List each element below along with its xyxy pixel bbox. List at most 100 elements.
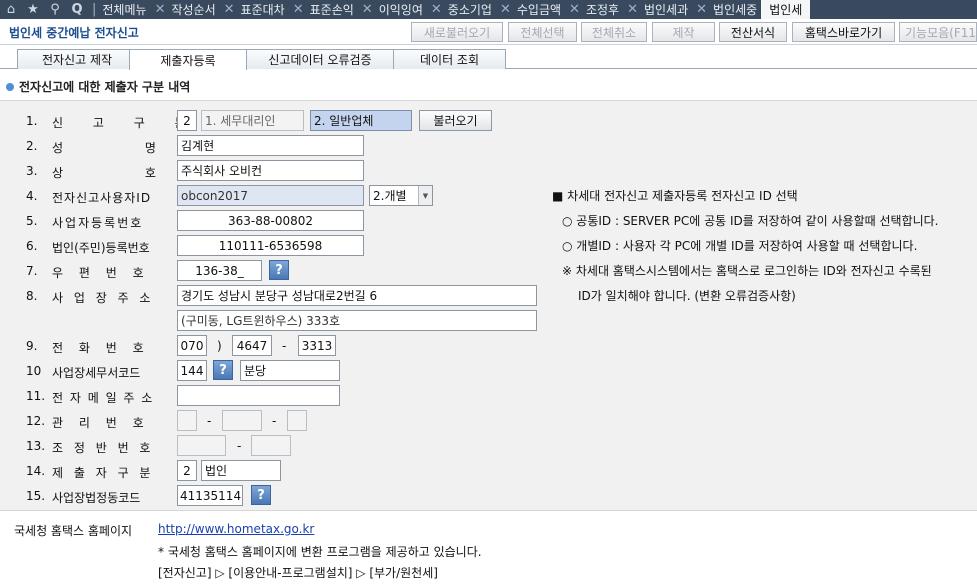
phone-area-input[interactable]: 070 [177, 335, 207, 356]
hometax-shortcut-button[interactable]: 홈택스바로가기 [792, 22, 895, 42]
select-all-button[interactable]: 전체선택 [508, 22, 577, 42]
computer-form-button[interactable]: 전산서식 [719, 22, 787, 42]
hometax-path: [전자신고] ▷ [이용안내-프로그램설치] ▷ [부가/원천세] [158, 566, 438, 580]
home-icon[interactable]: ⌂ [0, 0, 22, 19]
tab-income[interactable]: ✕ 표준손익 [289, 0, 358, 19]
zip-input[interactable]: 136-38_ [177, 260, 262, 281]
adj-no-input-2[interactable] [251, 435, 291, 456]
label-phone: 전 화 번 호 [52, 341, 144, 355]
load-button[interactable]: 불러오기 [419, 110, 492, 131]
tab-submitter-register[interactable]: 제출자등록 [129, 49, 247, 70]
address-detail-input[interactable]: (구미동, LG트윈하우스) 333호 [177, 310, 537, 331]
row-number: 14. [26, 464, 46, 478]
produce-button[interactable]: 제작 [652, 22, 715, 42]
deselect-all-button[interactable]: 전체취소 [581, 22, 647, 42]
phone-paren: ) [217, 339, 222, 353]
sub-tab-bar: 전자신고 제작 제출자등록 신고데이터 오류검증 데이터 조회 [0, 45, 977, 70]
dong-code-input[interactable]: 4113511400 [177, 485, 243, 506]
close-icon[interactable]: ✕ [569, 2, 580, 17]
close-icon[interactable]: ✕ [696, 2, 707, 17]
company-input[interactable]: 주식회사 오비컨 [177, 160, 364, 181]
corp-no-input[interactable]: 110111-6536598 [177, 235, 364, 256]
close-icon[interactable]: ✕ [155, 2, 166, 17]
star-icon[interactable]: ★ [22, 0, 44, 19]
adj-no-input-1[interactable] [177, 435, 226, 456]
row-number: 15. [26, 489, 46, 503]
label-dong-code: 사업장법정동코드 [52, 491, 141, 505]
label-address: 사 업 장 주 소 [52, 291, 151, 305]
tab-data-inquiry[interactable]: 데이터 조회 [393, 49, 506, 69]
report-type-option-agent[interactable]: 1. 세무대리인 [201, 110, 304, 131]
biz-no-input[interactable]: 363-88-00802 [177, 210, 364, 231]
row-number: 2. [26, 139, 38, 153]
hometax-link[interactable]: http://www.hometax.go.kr [158, 522, 314, 536]
close-icon[interactable]: | [92, 2, 96, 17]
row-number: 7. [26, 264, 38, 278]
zip-help-icon[interactable]: ? [269, 260, 289, 280]
phone-dash: - [282, 339, 287, 353]
address-input[interactable]: 경기도 성남시 분당구 성남대로2번길 6 [177, 285, 537, 306]
info-individual-id: ○ 개별ID : 사용자 각 PC에 개별 ID를 저장하여 사용할 때 선택합… [562, 239, 918, 253]
label-tax-office: 사업장세무서코드 [52, 366, 141, 380]
close-icon[interactable]: ✕ [362, 2, 373, 17]
label-corp-no: 법인(주민)등록번호 [52, 241, 150, 255]
mgmt-no-input-1[interactable] [177, 410, 197, 431]
hometax-label: 국세청 홈택스 홈페이지 [14, 524, 133, 538]
row-number: 3. [26, 164, 38, 178]
tab-sme[interactable]: ✕ 중소기업 [427, 0, 496, 19]
report-type-code-input[interactable]: 2 [177, 110, 197, 131]
reload-button[interactable]: 새로불러오기 [411, 22, 503, 42]
row-number: 12. [26, 414, 46, 428]
submitter-name-input[interactable]: 법인 [201, 460, 281, 481]
user-id-input[interactable]: obcon2017 [177, 185, 364, 206]
close-icon[interactable]: ✕ [224, 2, 235, 17]
id-type-select[interactable]: 2.개별 ▼ [369, 185, 433, 206]
email-input[interactable] [177, 385, 340, 406]
info-note-cont: ID가 일치해야 합니다. (변환 오류검증사항) [578, 289, 796, 303]
label-name: 성 명 [52, 141, 156, 155]
search-icon[interactable]: ⚲ [44, 0, 66, 19]
close-icon[interactable]: ✕ [500, 2, 511, 17]
tab-corp-tax-active[interactable]: 법인세 [761, 0, 811, 19]
phone-mid-input[interactable]: 4647 [232, 335, 272, 356]
tab-corp-tax-mid[interactable]: ✕ 법인세중 [692, 0, 761, 19]
chevron-down-icon[interactable]: ▼ [418, 186, 432, 205]
q-icon[interactable]: Q [66, 0, 88, 19]
tab-adjusted[interactable]: ✕ 조정후 [565, 0, 623, 19]
tax-office-help-icon[interactable]: ? [213, 360, 233, 380]
close-icon[interactable]: ✕ [627, 2, 638, 17]
tab-corp-tax-base[interactable]: ✕ 법인세과 [623, 0, 692, 19]
name-input[interactable]: 김계현 [177, 135, 364, 156]
row-number: 5. [26, 214, 38, 228]
mgmt-dash: - [272, 414, 277, 428]
adj-dash: - [237, 439, 242, 453]
mgmt-no-input-2[interactable] [222, 410, 262, 431]
submitter-code-input[interactable]: 2 [177, 460, 197, 481]
label-biz-no: 사업자등록번호 [52, 216, 144, 230]
mgmt-no-input-3[interactable] [287, 410, 307, 431]
title-toolbar: 법인세 중간예납 전자신고 새로불러오기 전체선택 전체취소 제작 전산서식 홈… [0, 19, 977, 45]
tab-write-order[interactable]: ✕ 작성순서 [151, 0, 220, 19]
info-note: ※ 차세대 홈택스시스템에서는 홈택스로 로그인하는 ID와 전자신고 수록된 [562, 264, 932, 278]
row-number: 6. [26, 239, 38, 253]
tab-menu-all[interactable]: | 전체메뉴 [88, 0, 151, 19]
close-icon[interactable]: ✕ [431, 2, 442, 17]
tab-data-validation[interactable]: 신고데이터 오류검증 [246, 49, 394, 69]
label-company: 상 호 [52, 166, 156, 180]
tax-office-name-input[interactable]: 분당 [240, 360, 340, 381]
functions-button[interactable]: 기능모음(F11) [899, 22, 977, 42]
tab-retained[interactable]: ✕ 이익잉여 [358, 0, 427, 19]
window-tab-bar: ⌂ ★ ⚲ Q | 전체메뉴 ✕ 작성순서 ✕ 표준대차 ✕ 표준손익 ✕ 이익잉여 ✕ 중… [0, 0, 977, 19]
tab-balance[interactable]: ✕ 표준대차 [220, 0, 289, 19]
tax-office-code-input[interactable]: 144 [177, 360, 207, 381]
bullet-icon [6, 83, 14, 91]
phone-last-input[interactable]: 3313 [298, 335, 336, 356]
close-icon[interactable]: ✕ [293, 2, 304, 17]
info-common-id: ○ 공통ID : SERVER PC에 공통 ID를 저장하여 같이 사용할때 … [562, 214, 939, 228]
label-user-id: 전자신고사용자ID [52, 191, 152, 205]
tab-revenue[interactable]: ✕ 수입금액 [496, 0, 565, 19]
dong-code-help-icon[interactable]: ? [251, 485, 271, 505]
page-title: 법인세 중간예납 전자신고 [9, 26, 139, 40]
tab-e-filing-create[interactable]: 전자신고 제작 [17, 49, 137, 69]
report-type-option-general[interactable]: 2. 일반업체 [310, 110, 412, 131]
